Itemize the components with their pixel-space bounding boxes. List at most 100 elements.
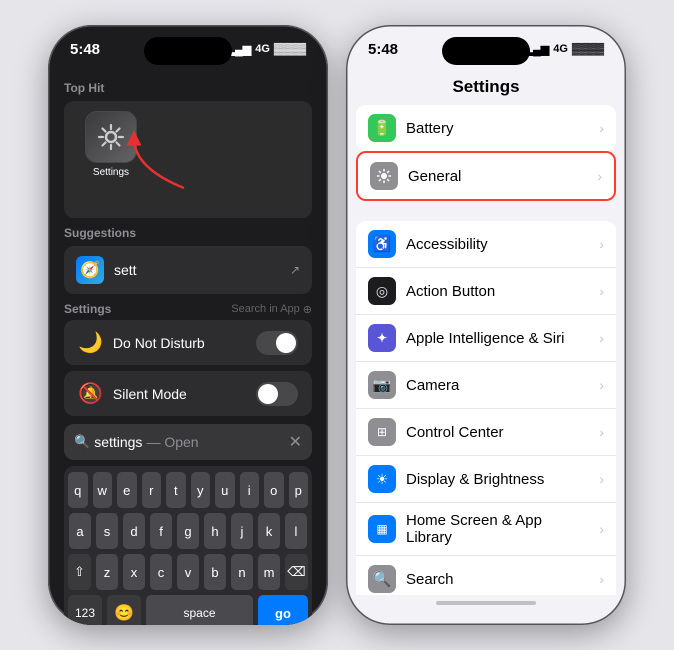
- key-j[interactable]: j: [231, 513, 253, 549]
- group-gap-1: [346, 201, 626, 221]
- settings-scroll[interactable]: 🔋 Battery ›: [346, 105, 626, 595]
- settings-item-display[interactable]: ☀ Display & Brightness ›: [356, 456, 616, 503]
- accessibility-icon: ♿: [368, 230, 396, 258]
- siri-label: Apple Intelligence & Siri: [406, 330, 589, 347]
- key-d[interactable]: d: [123, 513, 145, 549]
- safari-icon: 🧭: [76, 256, 104, 284]
- bell-off-icon: 🔕: [78, 381, 103, 406]
- siri-chevron: ›: [599, 330, 604, 346]
- settings-item-home-screen[interactable]: ▦ Home Screen & App Library ›: [356, 503, 616, 556]
- key-u[interactable]: u: [215, 472, 235, 508]
- action-button-icon: ◎: [368, 277, 396, 305]
- general-settings-icon: [370, 162, 398, 190]
- key-s[interactable]: s: [96, 513, 118, 549]
- search-settings-icon: 🔍: [368, 565, 396, 593]
- key-k[interactable]: k: [258, 513, 280, 549]
- accessibility-label: Accessibility: [406, 236, 589, 253]
- key-h[interactable]: h: [204, 513, 226, 549]
- settings-item-battery[interactable]: 🔋 Battery ›: [356, 105, 616, 151]
- top-hit-container: Settings: [64, 101, 312, 218]
- search-in-app-icon: ⊕: [303, 303, 312, 316]
- do-not-disturb-toggle[interactable]: [256, 331, 298, 355]
- search-in-app[interactable]: Search in App ⊕: [231, 303, 312, 316]
- key-y[interactable]: y: [191, 472, 211, 508]
- key-delete[interactable]: ⌫: [285, 554, 308, 590]
- suggestions-label: Suggestions: [64, 226, 312, 240]
- battery-chevron: ›: [599, 120, 604, 136]
- key-t[interactable]: t: [166, 472, 186, 508]
- key-a[interactable]: a: [69, 513, 91, 549]
- keyboard-row-1: q w e r t y u i o p: [68, 472, 308, 508]
- siri-icon: ✦: [368, 324, 396, 352]
- settings-item-general[interactable]: General ›: [358, 153, 614, 199]
- do-not-disturb-row[interactable]: 🌙 Do Not Disturb: [64, 320, 312, 365]
- key-123[interactable]: 123: [68, 595, 102, 625]
- red-arrow-icon: [114, 118, 194, 198]
- home-screen-chevron: ›: [599, 521, 604, 537]
- settings-item-siri[interactable]: ✦ Apple Intelligence & Siri ›: [356, 315, 616, 362]
- settings-item-camera[interactable]: 📷 Camera ›: [356, 362, 616, 409]
- key-i[interactable]: i: [240, 472, 260, 508]
- key-x[interactable]: x: [123, 554, 145, 590]
- settings-item-control-center[interactable]: ⊞ Control Center ›: [356, 409, 616, 456]
- key-g[interactable]: g: [177, 513, 199, 549]
- battery-icon-left: ▓▓▓▓: [274, 43, 306, 55]
- settings-group-1: 🔋 Battery ›: [356, 105, 616, 151]
- right-phone: 5:48 ▂▄▆ 4G ▓▓▓▓ Settings 🔋 Battery ›: [346, 25, 626, 625]
- key-z[interactable]: z: [96, 554, 118, 590]
- general-label: General: [408, 168, 587, 185]
- search-typed-text: settings: [94, 434, 142, 450]
- moon-icon: 🌙: [78, 330, 103, 355]
- key-space[interactable]: space: [146, 595, 253, 625]
- general-highlighted[interactable]: General ›: [356, 151, 616, 201]
- home-screen-label: Home Screen & App Library: [406, 512, 589, 546]
- general-chevron: ›: [597, 168, 602, 184]
- settings-item-accessibility[interactable]: ♿ Accessibility ›: [356, 221, 616, 268]
- key-c[interactable]: c: [150, 554, 172, 590]
- key-e[interactable]: e: [117, 472, 137, 508]
- suggestion-sett[interactable]: 🧭 sett ↗: [64, 246, 312, 294]
- time-left: 5:48: [70, 41, 100, 58]
- key-w[interactable]: w: [93, 472, 113, 508]
- search-chevron: ›: [599, 571, 604, 587]
- settings-section-label: Settings: [64, 302, 111, 316]
- key-l[interactable]: l: [285, 513, 307, 549]
- keyboard-row-2: a s d f g h j k l: [68, 513, 308, 549]
- key-shift[interactable]: ⇧: [68, 554, 91, 590]
- key-p[interactable]: p: [289, 472, 309, 508]
- top-hit-label: Top Hit: [64, 81, 312, 95]
- clear-search-button[interactable]: ✕: [289, 432, 302, 452]
- search-content: Top Hit: [48, 81, 328, 625]
- keyboard-row-4: 123 😊 space go: [68, 595, 308, 625]
- key-emoji[interactable]: 😊: [107, 595, 141, 625]
- key-f[interactable]: f: [150, 513, 172, 549]
- control-center-icon: ⊞: [368, 418, 396, 446]
- silent-mode-row[interactable]: 🔕 Silent Mode: [64, 371, 312, 416]
- key-go[interactable]: go: [258, 595, 308, 625]
- battery-icon-right: ▓▓▓▓: [572, 43, 604, 55]
- settings-item-action-button[interactable]: ◎ Action Button ›: [356, 268, 616, 315]
- display-label: Display & Brightness: [406, 471, 589, 488]
- key-m[interactable]: m: [258, 554, 280, 590]
- status-icons-left: ▂▄▆ 4G ▓▓▓▓: [227, 43, 306, 56]
- network-type-right: 4G: [553, 43, 568, 55]
- arrow-area: [78, 178, 298, 208]
- camera-label: Camera: [406, 377, 589, 394]
- accessibility-chevron: ›: [599, 236, 604, 252]
- key-o[interactable]: o: [264, 472, 284, 508]
- key-n[interactable]: n: [231, 554, 253, 590]
- key-q[interactable]: q: [68, 472, 88, 508]
- search-bar-icon: 🔍: [74, 434, 90, 450]
- dynamic-island-left: [144, 37, 232, 65]
- settings-item-search[interactable]: 🔍 Search ›: [356, 556, 616, 595]
- silent-mode-toggle[interactable]: [256, 382, 298, 406]
- settings-group-2: ♿ Accessibility › ◎ Action Button › ✦ Ap…: [356, 221, 616, 595]
- suggestion-text: sett: [114, 262, 137, 278]
- settings-section-bar: Settings Search in App ⊕: [64, 302, 312, 316]
- key-b[interactable]: b: [204, 554, 226, 590]
- key-r[interactable]: r: [142, 472, 162, 508]
- action-button-label: Action Button: [406, 283, 589, 300]
- search-bar[interactable]: 🔍 settings — Open ✕: [64, 424, 312, 460]
- key-v[interactable]: v: [177, 554, 199, 590]
- dynamic-island-right: [442, 37, 530, 65]
